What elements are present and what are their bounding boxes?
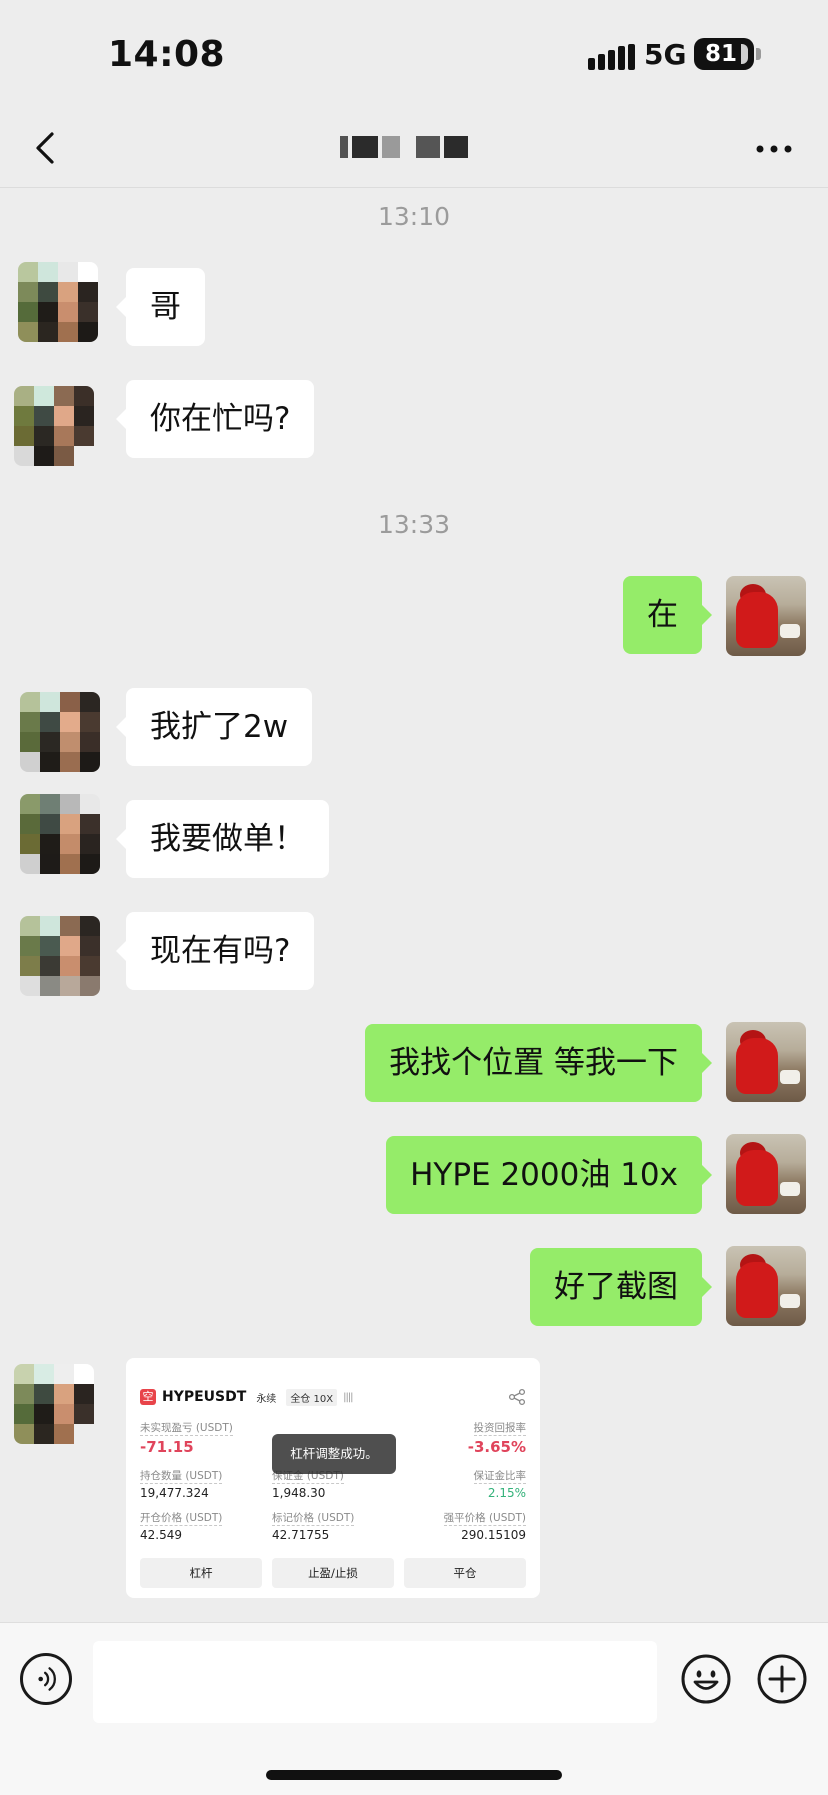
avatar[interactable] xyxy=(20,916,100,996)
mark-price: 标记价格 (USDT) 42.71755 xyxy=(272,1512,355,1542)
chat-title-redacted xyxy=(340,130,480,166)
unrealized-pnl: 未实现盈亏 (USDT) -71.15 xyxy=(140,1422,233,1456)
message-bubble[interactable]: 好了截图 xyxy=(530,1248,712,1326)
avatar[interactable] xyxy=(726,1246,806,1326)
timestamp: 13:33 xyxy=(377,510,451,539)
message-input[interactable] xyxy=(93,1641,657,1723)
toast-message: 杠杆调整成功。 xyxy=(272,1434,396,1474)
input-bar xyxy=(0,1622,828,1795)
avatar[interactable] xyxy=(14,1364,94,1444)
home-indicator[interactable] xyxy=(266,1770,562,1780)
emoji-icon[interactable] xyxy=(680,1653,732,1705)
avatar[interactable] xyxy=(18,262,98,342)
message-bubble[interactable]: 我要做单！ xyxy=(116,800,329,878)
battery-level: 81 xyxy=(704,41,737,67)
signal-icon xyxy=(588,44,636,70)
message-bubble[interactable]: 现在有吗? xyxy=(115,912,315,990)
battery-cap xyxy=(756,48,761,60)
close-position-button: 平仓 xyxy=(404,1558,526,1588)
timestamp: 13:10 xyxy=(377,202,451,231)
status-bar: 14:08 5G 81 xyxy=(0,0,828,110)
chevron-left-icon[interactable] xyxy=(28,128,68,168)
message-bubble[interactable]: 我找个位置 等我一下 xyxy=(365,1024,712,1102)
avatar[interactable] xyxy=(14,386,94,466)
liquidation-price: 强平价格 (USDT) 290.15109 xyxy=(443,1512,526,1542)
message-bubble[interactable]: 我扩了2w xyxy=(115,688,313,766)
entry-price: 开仓价格 (USDT) 42.549 xyxy=(140,1512,223,1542)
avatar[interactable] xyxy=(726,576,806,656)
status-time: 14:08 xyxy=(108,34,226,75)
position-header: 空 HYPEUSDT 永续 全仓 10X |||| xyxy=(140,1386,354,1408)
position-qty: 持仓数量 (USDT) 19,477.324 xyxy=(140,1470,223,1500)
leverage-button: 杠杆 xyxy=(140,1558,262,1588)
message-bubble[interactable]: 哥 xyxy=(116,268,205,346)
avatar[interactable] xyxy=(20,794,100,874)
more-dots-icon[interactable] xyxy=(752,134,796,164)
avatar[interactable] xyxy=(20,692,100,772)
margin-ratio: 保证金比率 2.15% xyxy=(473,1470,526,1500)
nav-bar xyxy=(0,110,828,188)
message-bubble[interactable]: 在 xyxy=(623,576,712,654)
pair-name: HYPEUSDT xyxy=(162,1389,247,1405)
image-message[interactable]: 空 HYPEUSDT 永续 全仓 10X |||| 未实现盈亏 (USDT) -… xyxy=(126,1358,540,1598)
battery-icon: 81 xyxy=(694,38,754,70)
contract-type: 永续 xyxy=(256,1393,277,1405)
exchange-logo-icon: 空 xyxy=(140,1389,156,1405)
avatar[interactable] xyxy=(726,1022,806,1102)
network-type: 5G xyxy=(644,38,687,71)
plus-icon[interactable] xyxy=(756,1653,808,1705)
roi: 投资回报率 -3.65% xyxy=(467,1422,526,1456)
message-bubble[interactable]: 你在忙吗? xyxy=(115,380,315,458)
message-bubble[interactable]: HYPE 2000油 10x xyxy=(386,1136,712,1214)
avatar[interactable] xyxy=(726,1134,806,1214)
voice-icon[interactable] xyxy=(20,1653,72,1705)
bars-icon: |||| xyxy=(343,1391,354,1403)
share-icon xyxy=(508,1388,526,1406)
tpsl-button: 止盈/止损 xyxy=(272,1558,394,1588)
margin-mode: 全仓 10X xyxy=(286,1388,338,1406)
